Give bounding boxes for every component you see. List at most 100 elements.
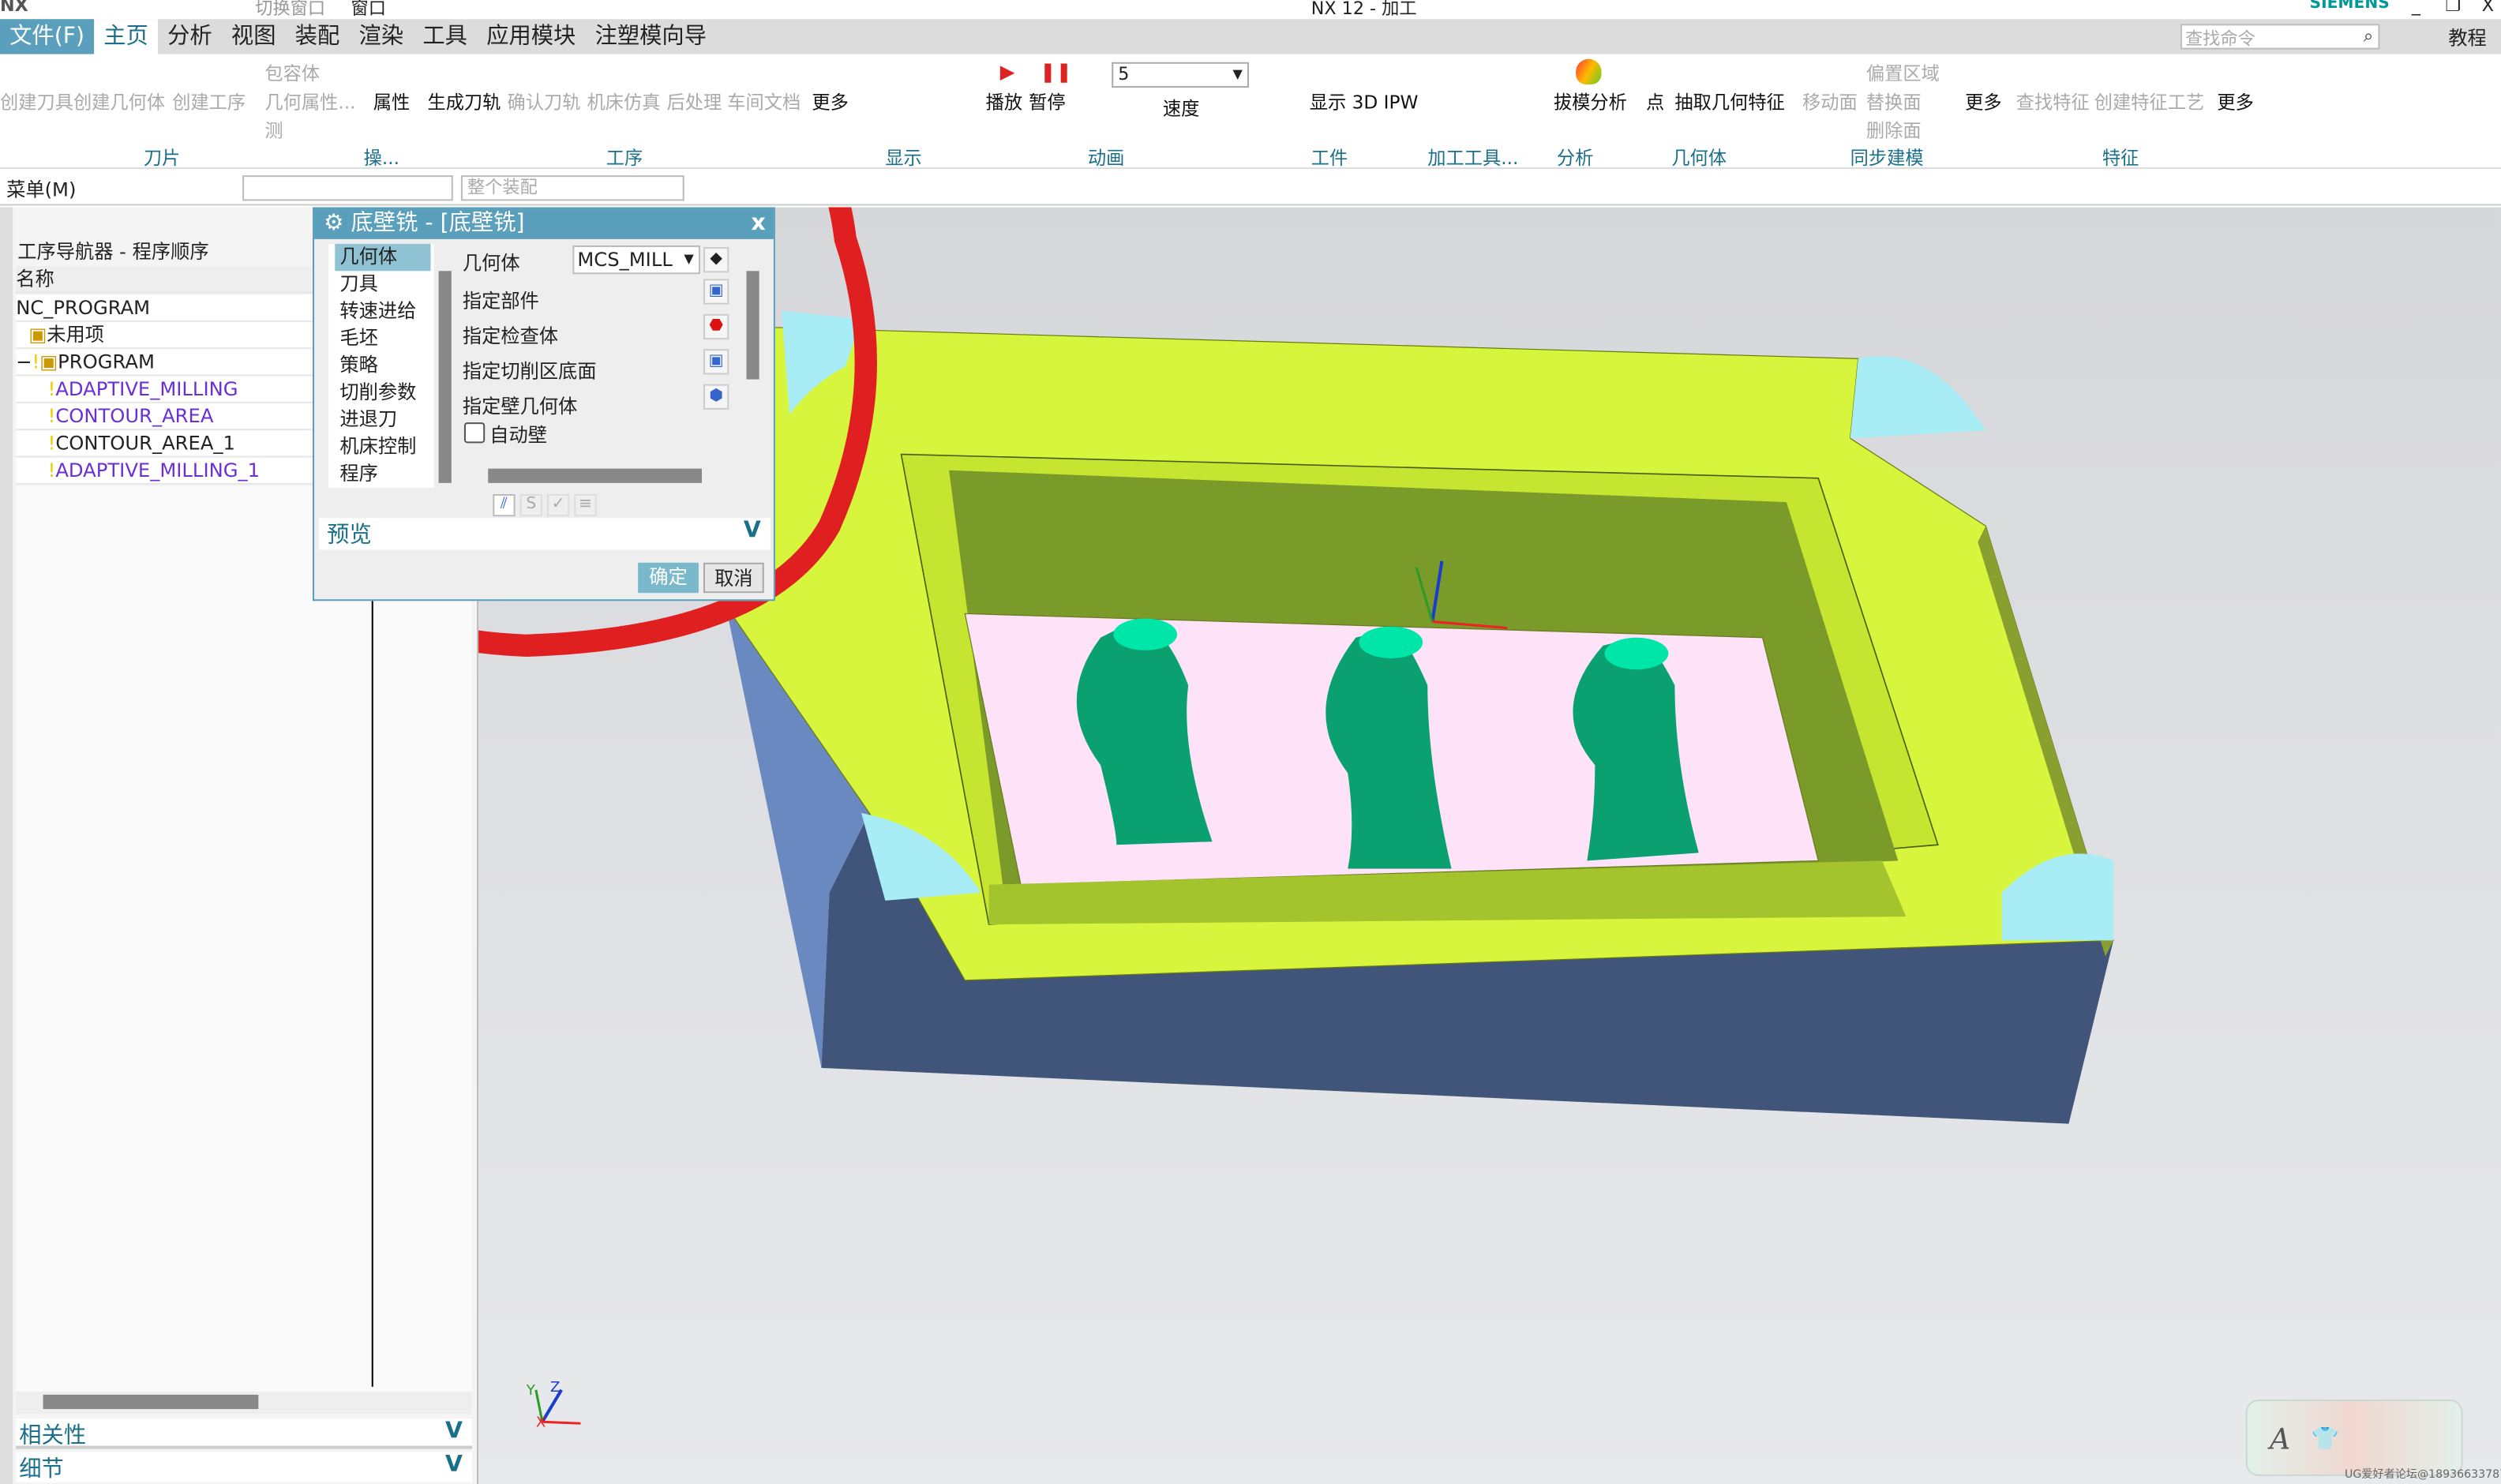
machine-simulation-button[interactable]: 机床仿真	[587, 89, 661, 114]
speed-select[interactable]: 5 ▼	[1112, 62, 1249, 88]
geometry-label: 几何体	[462, 252, 520, 275]
geometry-properties-button[interactable]: 几何属性...	[264, 89, 355, 114]
tree-item-geometry[interactable]: 几何体	[335, 243, 431, 272]
tree-item-machine-control[interactable]: 机床控制	[335, 433, 430, 460]
tree-item-strategy[interactable]: 策略	[335, 352, 430, 379]
chevron-down-icon: ▼	[684, 252, 694, 267]
speed-value: 5	[1118, 63, 1130, 85]
extract-geometry-button[interactable]: 抽取几何特征	[1674, 89, 1784, 114]
group-machining-tools[interactable]: 加工工具...	[1427, 145, 1518, 171]
cancel-button[interactable]: 取消	[703, 562, 764, 594]
create-geometry-button[interactable]: 创建几何体	[73, 89, 165, 114]
verify-icon[interactable]: ✓	[546, 493, 570, 517]
draft-analysis-button[interactable]: 拔模分析	[1554, 89, 1627, 114]
verify-toolpath-button[interactable]: 确认刀轨	[507, 89, 580, 114]
row-label: 未用项	[47, 323, 105, 347]
pause-button[interactable]: 暂停	[1029, 89, 1065, 114]
menu-view[interactable]: 视图	[222, 19, 286, 54]
select-floor-button[interactable]: ▣	[703, 349, 729, 375]
play-button[interactable]: 播放	[986, 89, 1022, 114]
minimize-button[interactable]: _	[2412, 0, 2420, 16]
restore-button[interactable]: ❐	[2445, 0, 2461, 16]
title-bar: NX 切换窗口 窗口 NX 12 - 加工 SIEMENS _ ❐ X	[0, 0, 2501, 19]
tutorial-link[interactable]: 教程	[2448, 24, 2487, 51]
tree-item-tool[interactable]: 刀具	[335, 271, 430, 298]
menu-analysis[interactable]: 分析	[158, 19, 222, 54]
measure-button[interactable]: 测	[264, 118, 283, 143]
switch-window-button[interactable]: 切换窗口	[255, 0, 325, 21]
section-dependencies[interactable]: 相关性 V	[16, 1418, 473, 1449]
find-feature-button[interactable]: 查找特征	[2016, 89, 2090, 114]
command-search-input[interactable]: 查找命令 ⌕	[2180, 24, 2380, 50]
ok-button[interactable]: 确定	[638, 562, 699, 594]
create-feature-process-button[interactable]: 创建特征工艺	[2094, 89, 2204, 114]
play-icon[interactable]: ▶	[1000, 61, 1015, 83]
new-geometry-icon[interactable]: ◆	[703, 246, 729, 273]
group-actions[interactable]: 操...	[364, 145, 399, 171]
scrollbar-thumb[interactable]	[43, 1394, 259, 1410]
group-sync-modeling: 同步建模	[1850, 146, 1924, 170]
column-divider[interactable]	[371, 485, 373, 1387]
preview-section[interactable]: 预览 V	[319, 518, 771, 550]
list-icon[interactable]: ≡	[574, 493, 597, 517]
content-scrollbar[interactable]	[746, 271, 759, 380]
geometry-select[interactable]: MCS_MILL ▼	[572, 245, 700, 275]
menu-file[interactable]: 文件(F)	[0, 19, 95, 54]
replay-icon[interactable]: S	[519, 493, 542, 517]
menu-render[interactable]: 渲染	[349, 19, 413, 54]
pause-icon[interactable]: ❚❚	[1040, 61, 1072, 83]
select-part-button[interactable]: ▣	[703, 279, 729, 305]
group-analysis: 分析	[1556, 146, 1594, 170]
dialog-title-bar[interactable]: ⚙ 底壁铣 - [底壁铣] x	[314, 208, 774, 239]
tree-scrollbar[interactable]	[438, 271, 452, 483]
menu-mold-wizard[interactable]: 注塑模向导	[585, 19, 716, 54]
menu-assembly[interactable]: 装配	[286, 19, 350, 54]
menu-button[interactable]: 菜单(M)	[6, 175, 76, 202]
menu-tools[interactable]: 工具	[413, 19, 477, 54]
window-menu-button[interactable]: 窗口	[351, 0, 385, 21]
bounding-body-button[interactable]: 包容体	[264, 61, 320, 86]
assembly-scope-select[interactable]: 整个装配	[460, 175, 684, 201]
delete-face-button[interactable]: 删除面	[1866, 118, 1922, 143]
graphics-viewport[interactable]: X Y Z A 👕 UG爱好者论坛@18936633787	[478, 207, 2501, 1484]
more-operation-button[interactable]: 更多	[812, 89, 848, 114]
select-wall-button[interactable]: ⬢	[703, 384, 729, 410]
tree-item-cutting-params[interactable]: 切削参数	[335, 380, 430, 407]
tree-item-program[interactable]: 程序	[335, 461, 430, 488]
menu-home[interactable]: 主页	[94, 19, 158, 54]
auto-wall-checkbox[interactable]	[463, 422, 486, 444]
input-method-widget[interactable]: A 👕	[2245, 1399, 2463, 1476]
skin-icon[interactable]: 👕	[2312, 1426, 2339, 1452]
horizontal-scrollbar[interactable]	[16, 1391, 473, 1415]
show-3d-ipw-button[interactable]: 显示 3D IPW	[1310, 89, 1419, 114]
properties-button[interactable]: 属性	[373, 89, 410, 114]
select-check-button[interactable]: ⬣	[703, 313, 729, 340]
tree-item-blank[interactable]: 毛坯	[335, 325, 430, 352]
move-face-button[interactable]: 移动面	[1802, 89, 1858, 114]
row-label: ADAPTIVE_MILLING_1	[55, 459, 261, 482]
section-details[interactable]: 细节 V	[16, 1452, 473, 1482]
close-button[interactable]: X	[2482, 0, 2494, 16]
create-operation-button[interactable]: 创建工序	[172, 89, 246, 114]
point-button[interactable]: 点	[1646, 89, 1664, 114]
menu-application[interactable]: 应用模块	[477, 19, 585, 54]
postprocess-button[interactable]: 后处理	[667, 89, 722, 114]
siemens-logo: SIEMENS	[2309, 0, 2390, 13]
menu-bar: 文件(F) 主页 分析 视图 装配 渲染 工具 应用模块 注塑模向导 查找命令 ⌕…	[0, 19, 2501, 54]
resource-bar	[0, 207, 13, 1484]
tree-item-feeds-speeds[interactable]: 转速进给	[335, 298, 430, 325]
shop-docs-button[interactable]: 车间文档	[727, 89, 801, 114]
section-label: 细节	[19, 1456, 64, 1482]
generate-toolpath-button[interactable]: 生成刀轨	[427, 89, 501, 114]
create-tool-button[interactable]: 创建刀具	[0, 89, 73, 114]
generate-icon[interactable]: ⫽	[493, 493, 516, 517]
offset-region-button[interactable]: 偏置区域	[1866, 61, 1940, 86]
content-hscrollbar[interactable]	[488, 468, 702, 483]
tree-item-non-cutting[interactable]: 进退刀	[335, 407, 430, 433]
more-sync-button[interactable]: 更多	[1965, 89, 2001, 114]
close-icon[interactable]: x	[752, 209, 766, 239]
more-feature-button[interactable]: 更多	[2217, 89, 2253, 114]
type-filter-select[interactable]	[242, 175, 453, 201]
replace-face-button[interactable]: 替换面	[1866, 89, 1922, 114]
font-icon[interactable]: A	[2270, 1423, 2290, 1456]
